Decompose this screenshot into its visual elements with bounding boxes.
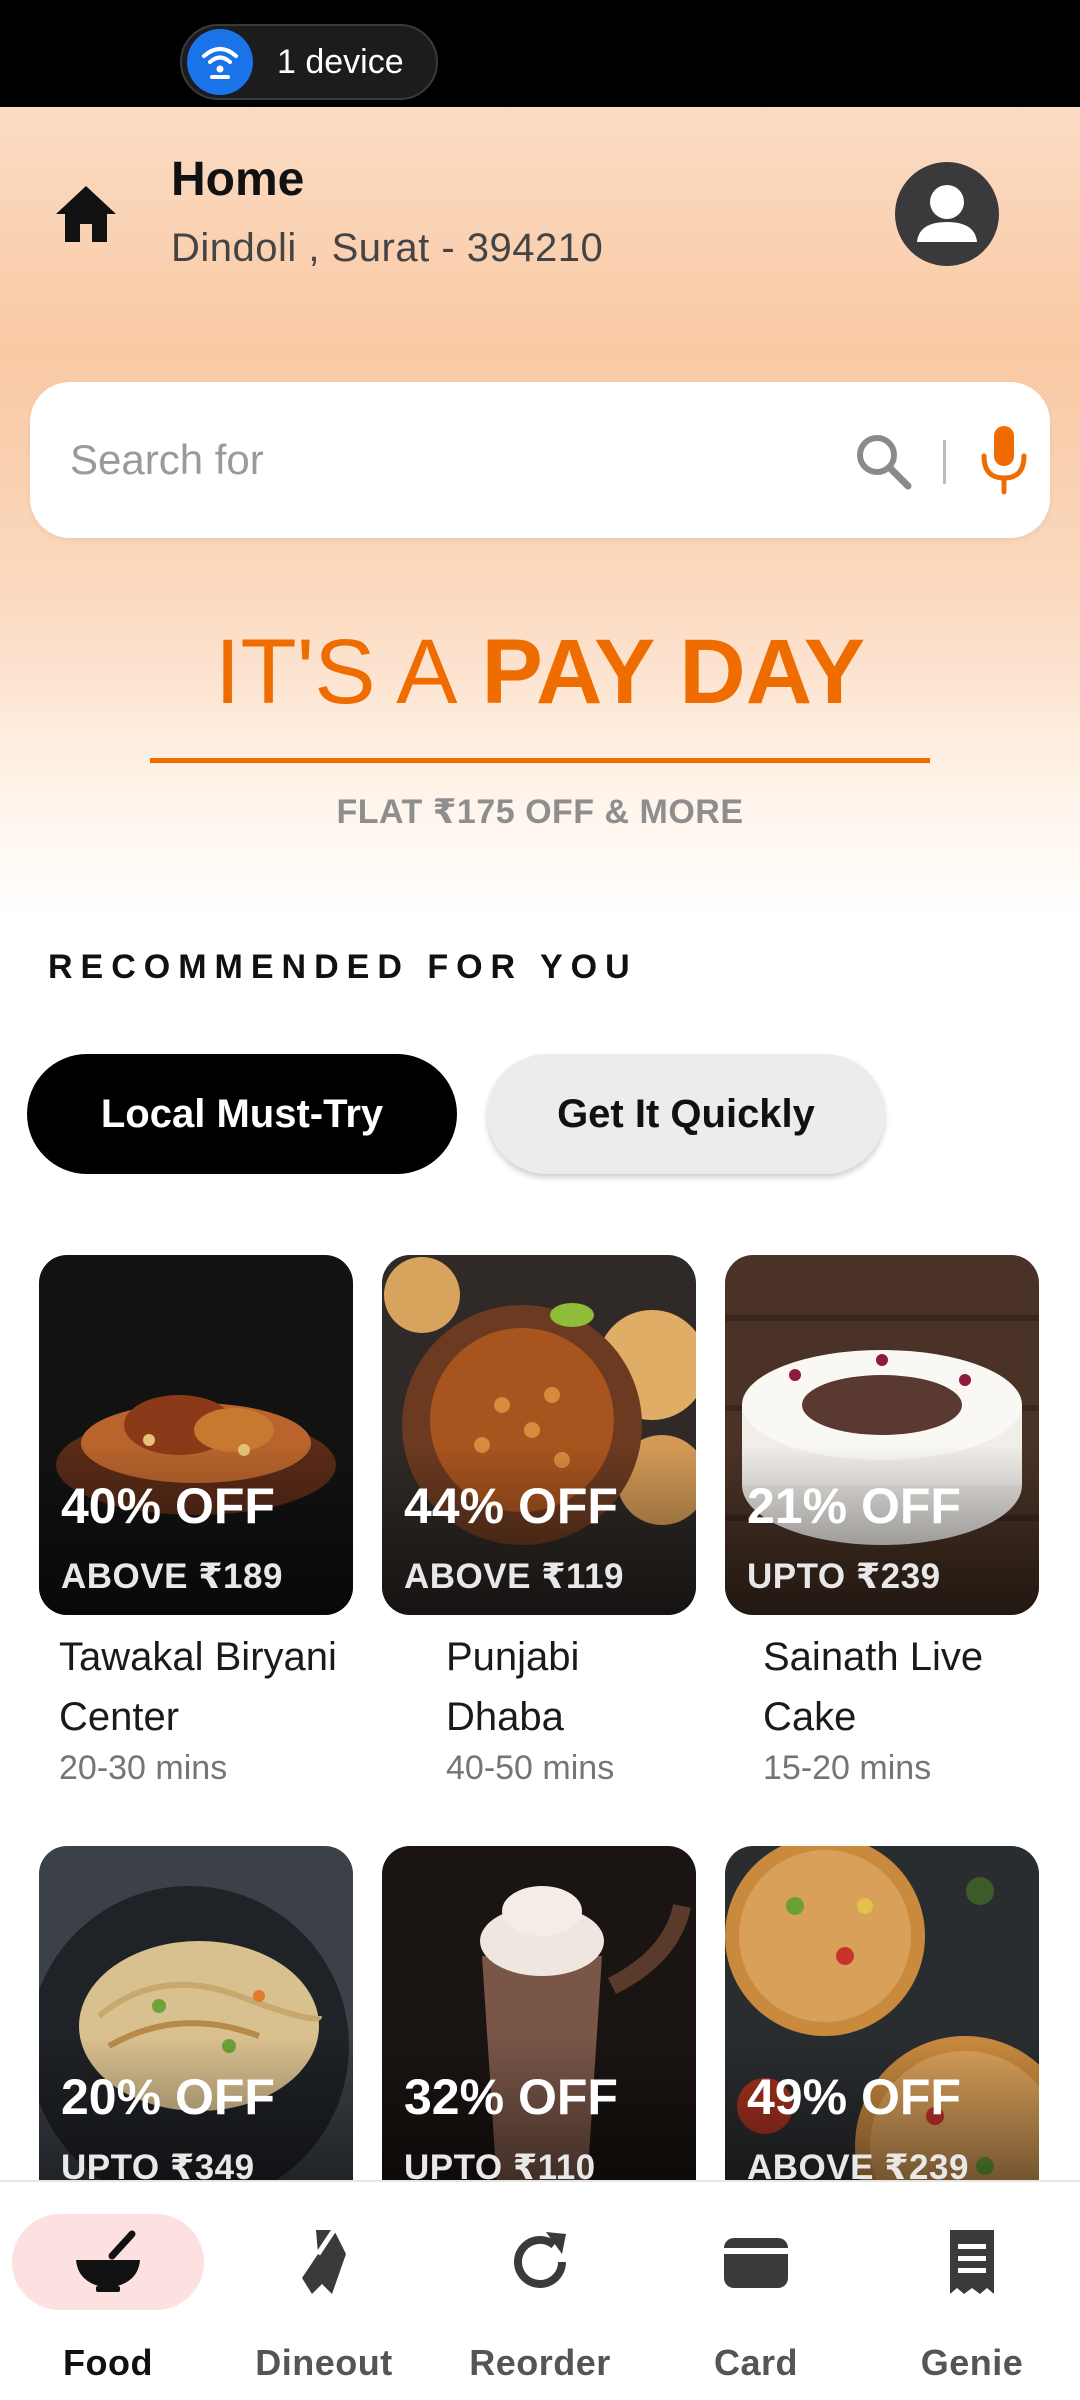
wallet-icon [724,2238,788,2288]
restaurant-card[interactable]: 40% OFF ABOVE ₹189 Tawakal Biryani Cente… [39,1255,353,1788]
restaurant-image-cake: 21% OFF UPTO ₹239 [725,1255,1039,1615]
search-bar[interactable] [30,382,1050,538]
restaurant-card[interactable]: 21% OFF UPTO ₹239 Sainath Live Cake 15-2… [725,1255,1039,1788]
discount-condition: UPTO ₹239 [747,1557,941,1596]
discount-label: 20% OFF [61,2069,275,2125]
discount-condition: ABOVE ₹119 [404,1557,625,1596]
status-bar: 1 device [0,0,1080,107]
nav-label: Reorder [469,2342,611,2383]
wifi-icon [187,29,253,95]
delivery-time: 20-30 mins [59,1749,228,1787]
promo-highlight: PAY DAY [481,621,866,723]
restaurant-image-shake: 32% OFF UPTO ₹110 [382,1846,696,2206]
promo-banner-title[interactable]: IT'S A PAY DAY [0,620,1080,725]
bottom-navigation: Food Dineout Reorder Card Genie [0,2180,1080,2400]
nav-item-card[interactable]: Card [648,2182,864,2400]
nav-item-dineout[interactable]: Dineout [216,2182,432,2400]
home-icon [56,186,116,242]
restaurant-card[interactable]: 20% OFF UPTO ₹349 [39,1846,353,2206]
promo-underline [150,758,930,763]
nav-label: Genie [920,2342,1024,2383]
restaurant-name: Punjabi Dhaba [446,1635,580,1739]
nav-item-food[interactable]: Food [0,2182,216,2400]
location-address[interactable]: Dindoli , Surat - 394210 [171,226,603,271]
delivery-time: 40-50 mins [446,1749,615,1787]
search-divider [943,440,946,484]
restaurant-name: Sainath Live Cake [763,1635,984,1739]
search-icon[interactable] [852,430,914,492]
nav-label: Food [63,2342,153,2383]
promo-subtitle: FLAT ₹175 OFF & MORE [336,793,744,831]
refresh-icon [514,2232,566,2288]
search-input[interactable] [70,428,790,492]
section-title: RECOMMENDED FOR YOU [48,948,638,986]
restaurant-card[interactable]: 49% OFF ABOVE ₹239 [725,1846,1039,2206]
restaurant-image-pizza: 49% OFF ABOVE ₹239 [725,1846,1039,2206]
ribbon-icon [302,2228,346,2294]
location-title[interactable]: Home [171,152,304,207]
filter-chip-get-it-quickly[interactable]: Get It Quickly [487,1054,885,1174]
user-icon [917,185,977,242]
connected-devices-pill[interactable]: 1 device [180,24,438,100]
restaurant-image-noodles: 20% OFF UPTO ₹349 [39,1846,353,2206]
discount-label: 32% OFF [404,2069,618,2125]
promo-prefix: IT'S A [214,621,458,723]
discount-label: 44% OFF [404,1478,618,1534]
nav-label: Dineout [255,2342,393,2383]
delivery-time: 15-20 mins [763,1749,932,1787]
restaurant-card[interactable]: 44% OFF ABOVE ₹119 Punjabi Dhaba 40-50 m… [382,1255,696,1788]
filter-chip-local-must-try[interactable]: Local Must-Try [27,1054,457,1174]
receipt-icon [950,2230,994,2294]
discount-label: 40% OFF [61,1478,275,1534]
discount-condition: ABOVE ₹189 [61,1557,283,1596]
nav-item-reorder[interactable]: Reorder [432,2182,648,2400]
nav-label: Card [713,2342,799,2383]
microphone-icon[interactable] [974,422,1034,498]
discount-label: 49% OFF [747,2069,961,2125]
restaurant-image-biryani: 40% OFF ABOVE ₹189 [39,1255,353,1615]
discount-label: 21% OFF [747,1478,961,1534]
restaurant-name: Tawakal Biryani Center [59,1635,337,1739]
restaurant-image-chole: 44% OFF ABOVE ₹119 [382,1255,696,1615]
restaurant-card[interactable]: 32% OFF UPTO ₹110 [382,1846,696,2206]
bowl-icon [76,2230,140,2292]
nav-item-genie[interactable]: Genie [864,2182,1080,2400]
device-count-label: 1 device [277,42,404,81]
profile-avatar[interactable] [895,162,999,266]
